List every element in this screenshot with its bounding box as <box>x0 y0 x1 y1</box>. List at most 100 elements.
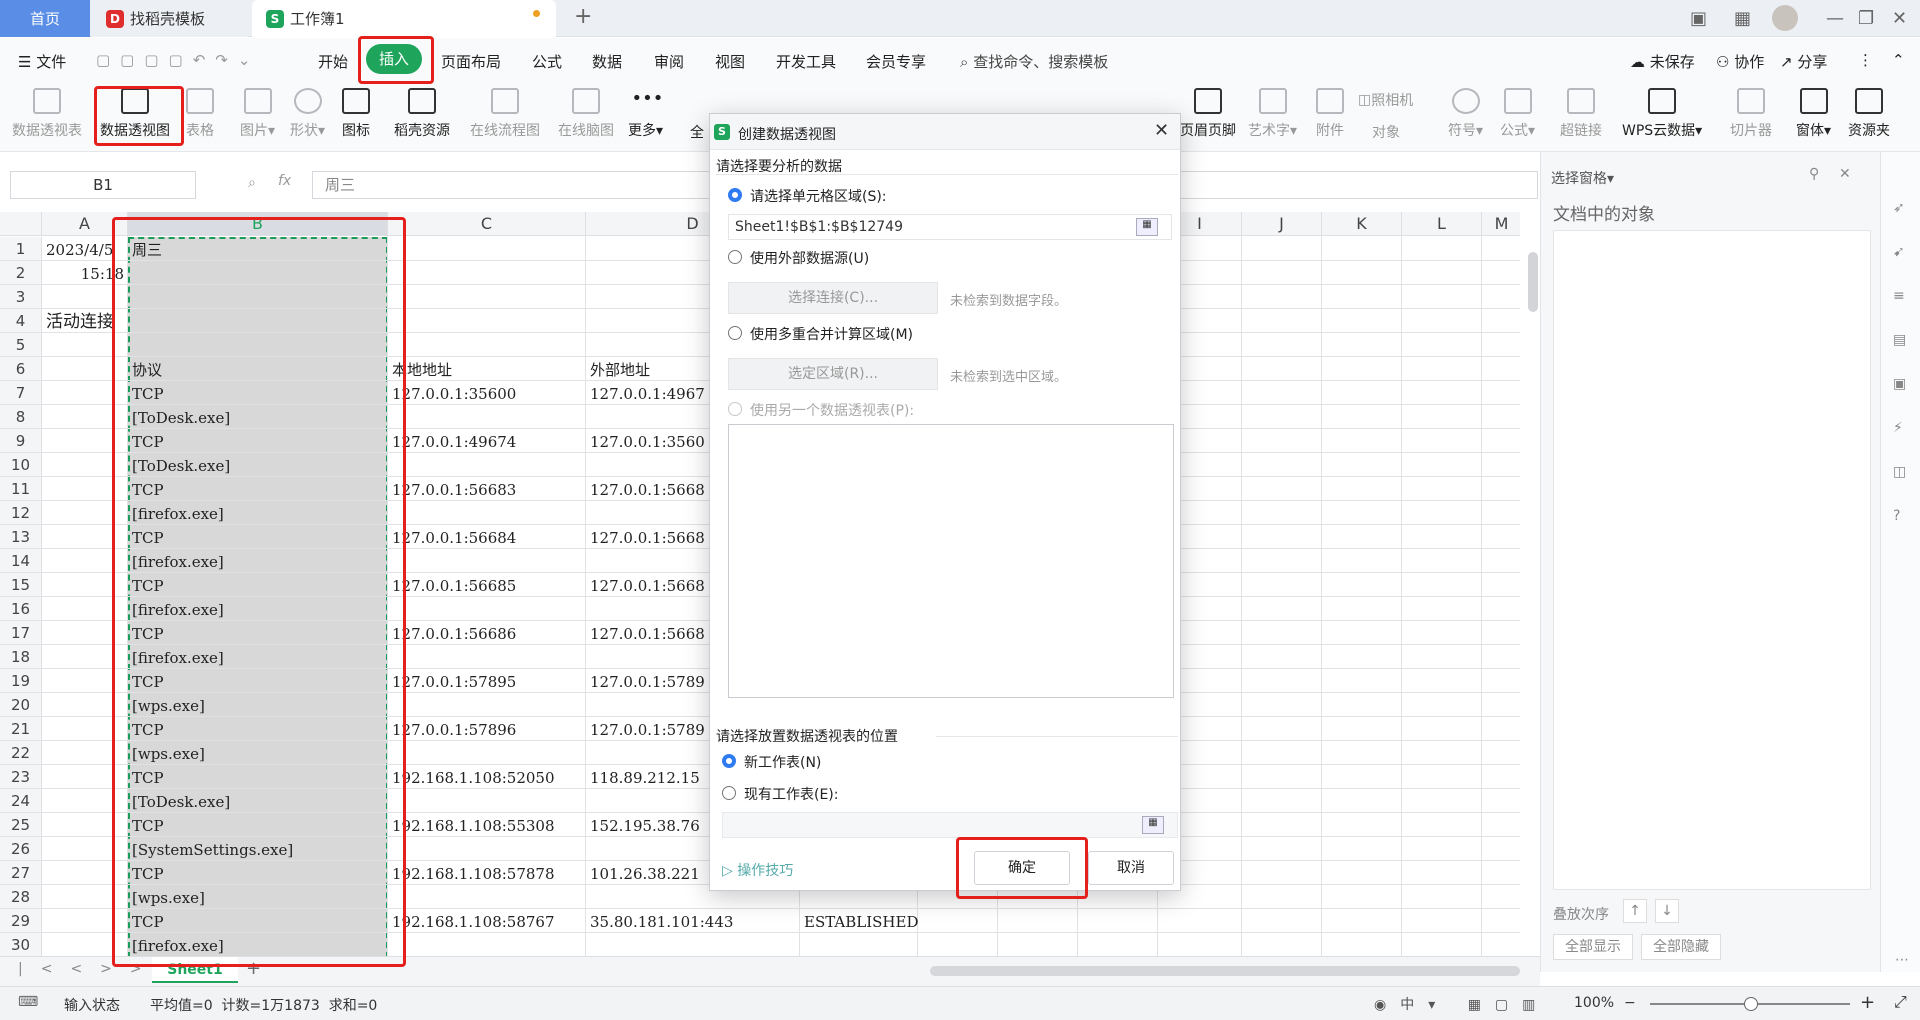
cursor-icon[interactable]: ➹ <box>1893 244 1905 260</box>
move-down-button[interactable]: ↓ <box>1655 899 1679 923</box>
row-header[interactable]: 18 <box>0 645 42 669</box>
ribbon-mindmap[interactable]: 在线脑图 <box>558 88 614 140</box>
row-header[interactable]: 4 <box>0 309 42 333</box>
menu-member[interactable]: 会员专享 <box>866 51 926 72</box>
cell-c[interactable]: 127.0.0.1:49674 <box>392 429 584 453</box>
minimize-icon[interactable]: — <box>1826 8 1844 29</box>
fx-icon[interactable]: fx <box>278 173 291 189</box>
row-header[interactable]: 16 <box>0 597 42 621</box>
ribbon-docer-resources[interactable]: 稻壳资源 <box>394 88 450 140</box>
row-header[interactable]: 28 <box>0 885 42 909</box>
column-header[interactable]: K <box>1322 212 1402 236</box>
share-button[interactable]: ↗ 分享 <box>1780 51 1827 72</box>
pin-icon[interactable]: ⚲ <box>1809 166 1819 182</box>
row-header[interactable]: 24 <box>0 789 42 813</box>
ribbon-pivot-table[interactable]: 数据透视表 <box>12 88 82 140</box>
document-icon[interactable]: ▤ <box>1893 332 1906 348</box>
cell-e29[interactable]: ESTABLISHED <box>804 909 954 933</box>
ribbon-attachment[interactable]: 附件 <box>1316 88 1344 140</box>
menu-page-layout[interactable]: 页面布局 <box>441 51 501 72</box>
ribbon-picture[interactable]: 图片▾ <box>240 88 275 140</box>
dialog-close-icon[interactable]: ✕ <box>1154 120 1169 141</box>
column-header[interactable]: C <box>388 212 586 236</box>
fullscreen-icon[interactable]: ⤢ <box>1894 992 1907 1012</box>
menu-formula[interactable]: 公式 <box>532 51 562 72</box>
row-header[interactable]: 20 <box>0 693 42 717</box>
row-header[interactable]: 13 <box>0 525 42 549</box>
cell-c[interactable]: 本地地址 <box>392 357 584 381</box>
row-header[interactable]: 3 <box>0 285 42 309</box>
tab-workbook[interactable]: S 工作簿1 <box>252 0 556 37</box>
radio-multi-consolidation[interactable] <box>728 326 742 340</box>
row-header[interactable]: 11 <box>0 477 42 501</box>
help-icon[interactable]: ? <box>1893 508 1900 524</box>
menu-review[interactable]: 审阅 <box>654 51 684 72</box>
location-picker-icon[interactable]: ▦ <box>1142 816 1164 834</box>
row-header[interactable]: 29 <box>0 909 42 933</box>
row-header[interactable]: 6 <box>0 357 42 381</box>
row-header[interactable]: 22 <box>0 741 42 765</box>
ribbon-camera[interactable]: ◫ 照相机 <box>1358 90 1413 110</box>
row-header[interactable]: 30 <box>0 933 42 956</box>
row-header[interactable]: 14 <box>0 549 42 573</box>
rocket-icon[interactable]: ➶ <box>1893 200 1905 216</box>
column-header[interactable]: L <box>1402 212 1482 236</box>
ribbon-object[interactable]: 对象 <box>1372 122 1400 142</box>
cancel-button[interactable]: 取消 <box>1088 851 1174 885</box>
view-mode-icons[interactable]: ◉中▾ ▦▢▥ <box>1374 994 1549 1014</box>
cell-c[interactable]: 192.168.1.108:52050 <box>392 765 584 789</box>
radio-new-sheet[interactable] <box>722 754 736 768</box>
cell-c[interactable]: 127.0.0.1:35600 <box>392 381 584 405</box>
ribbon-icons[interactable]: 图标 <box>342 88 370 140</box>
selection-pane-title[interactable]: 选择窗格▾ <box>1551 168 1614 188</box>
tips-link[interactable]: ▷ 操作技巧 <box>722 860 793 880</box>
cell-c[interactable]: 192.168.1.108:58767 <box>392 909 584 933</box>
row-header[interactable]: 1 <box>0 237 42 261</box>
row-header[interactable]: 9 <box>0 429 42 453</box>
apps-grid-icon[interactable]: ▦ <box>1734 8 1751 29</box>
cell-d[interactable]: 35.80.181.101:443 <box>590 909 798 933</box>
existing-sheet-input[interactable] <box>722 812 1178 838</box>
column-header[interactable]: M <box>1482 212 1520 236</box>
select-all-corner[interactable] <box>0 212 42 236</box>
zoom-formula-icon[interactable]: ⌕ <box>248 175 256 191</box>
range-input[interactable]: Sheet1!$B$1:$B$12749 <box>728 214 1172 240</box>
cell-c[interactable]: 192.168.1.108:55308 <box>392 813 584 837</box>
ribbon-wordart[interactable]: 艺术字▾ <box>1248 88 1297 140</box>
ribbon-header-footer[interactable]: 页眉页脚 <box>1180 88 1236 140</box>
row-header[interactable]: 25 <box>0 813 42 837</box>
row-header[interactable]: 17 <box>0 621 42 645</box>
show-all-button[interactable]: 全部显示 <box>1553 934 1633 960</box>
ribbon-table[interactable]: 表格 <box>186 88 214 140</box>
new-tab-button[interactable]: + <box>574 4 592 29</box>
select-region-button[interactable]: 选定区域(R)... <box>728 358 938 390</box>
tab-home[interactable]: 首页 <box>0 0 90 37</box>
macro-icon[interactable]: ⌨ <box>18 994 38 1010</box>
cell-c[interactable]: 127.0.0.1:57896 <box>392 717 584 741</box>
layout-icon[interactable]: ▣ <box>1690 8 1707 29</box>
cell-c[interactable]: 127.0.0.1:56684 <box>392 525 584 549</box>
ribbon-hyperlink[interactable]: 超链接 <box>1560 88 1602 140</box>
cell-c[interactable]: 192.168.1.108:57878 <box>392 861 584 885</box>
radio-existing-sheet[interactable] <box>722 786 736 800</box>
row-header[interactable]: 12 <box>0 501 42 525</box>
zoom-slider-handle[interactable] <box>1744 997 1758 1011</box>
more-icon[interactable]: ⋮ <box>1858 51 1873 69</box>
row-header[interactable]: 27 <box>0 861 42 885</box>
zoom-out-icon[interactable]: − <box>1624 995 1636 1011</box>
ribbon-slicer[interactable]: 切片器 <box>1730 88 1772 140</box>
row-header[interactable]: 26 <box>0 837 42 861</box>
settings-sliders-icon[interactable]: ≡ <box>1893 288 1905 304</box>
radio-external-source[interactable] <box>728 250 742 264</box>
ribbon-shape[interactable]: 形状▾ <box>290 88 325 140</box>
zoom-level[interactable]: 100% <box>1574 995 1614 1011</box>
range-picker-icon[interactable]: ▦ <box>1136 218 1158 236</box>
menu-view[interactable]: 视图 <box>715 51 745 72</box>
ribbon-all[interactable]: 全 <box>690 122 704 142</box>
column-header[interactable]: J <box>1242 212 1322 236</box>
ribbon-resource-folder[interactable]: 资源夹 <box>1848 88 1890 140</box>
cell-c[interactable]: 127.0.0.1:56685 <box>392 573 584 597</box>
book-icon[interactable]: ◫ <box>1893 464 1906 480</box>
radio-other-pivot[interactable] <box>728 402 742 416</box>
image-tool-icon[interactable]: ▣ <box>1893 376 1906 392</box>
